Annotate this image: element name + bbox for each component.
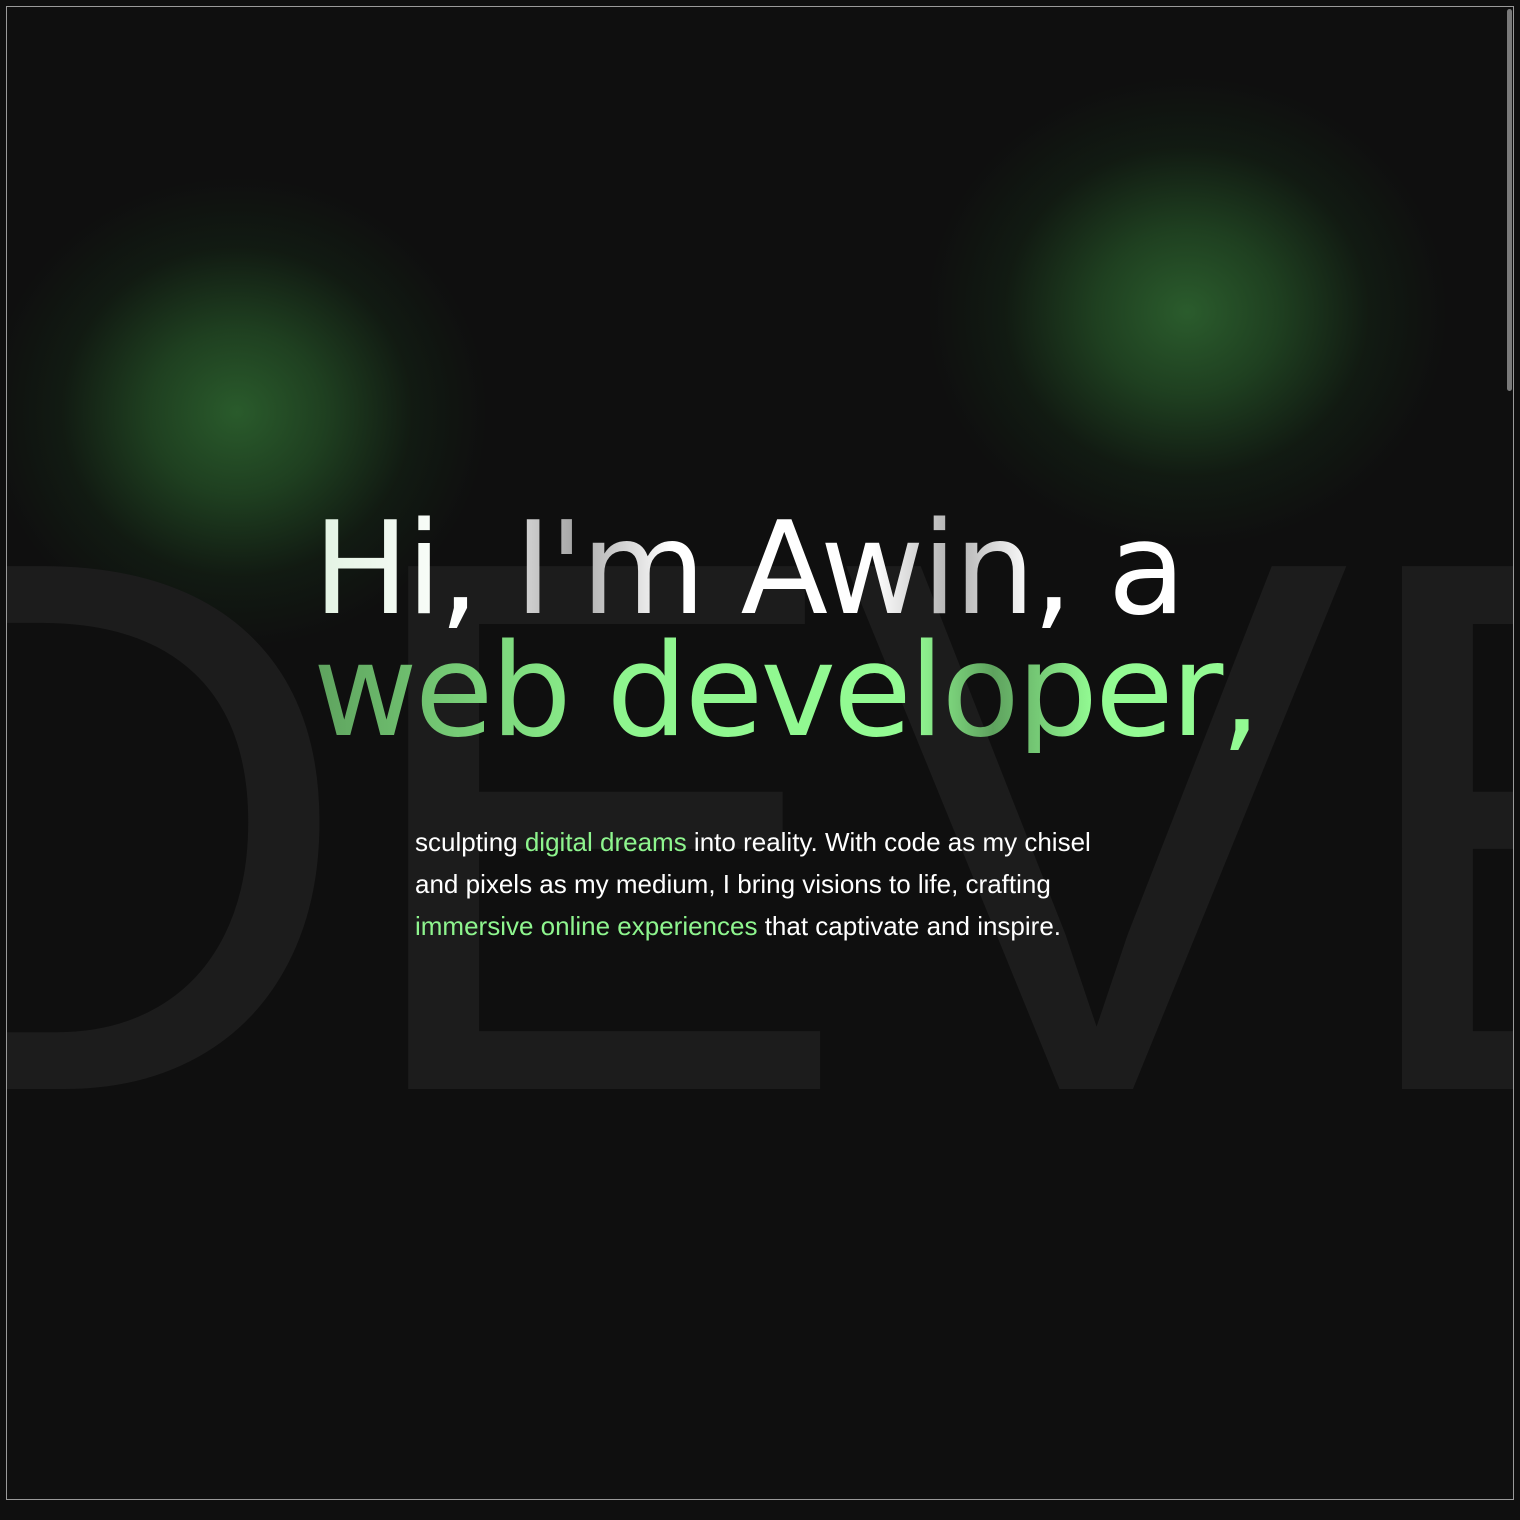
headline-greeting: Hi, I'm Awin, a	[313, 506, 1313, 634]
page-scrollbar[interactable]	[1505, 7, 1513, 1499]
intro-highlight: immersive online experiences	[415, 911, 758, 941]
hero-headline: Hi, I'm Awin, a web developer,	[313, 506, 1313, 756]
green-glow-right	[927, 77, 1447, 547]
scrollbar-thumb[interactable]	[1507, 9, 1512, 391]
intro-text: that captivate and inspire.	[757, 911, 1062, 941]
headline-role: web developer,	[313, 628, 1313, 756]
intro-text: sculpting	[415, 827, 525, 857]
intro-highlight: digital dreams	[524, 827, 687, 857]
page-viewport: DEVE Hi, I'm Awin, a web developer, scul…	[6, 6, 1514, 1500]
hero-intro-paragraph: sculpting digital dreams into reality. W…	[415, 821, 1135, 947]
